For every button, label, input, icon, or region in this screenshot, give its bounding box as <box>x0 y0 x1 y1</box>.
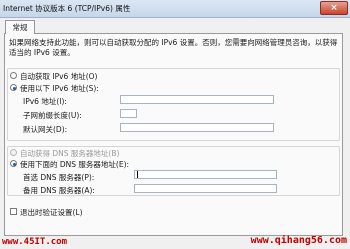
auto-ipv6-label: 自动获取 IPv6 地址(O) <box>20 72 98 81</box>
alternate-dns-label: 备用 DNS 服务器(A): <box>23 186 95 195</box>
ipv6-address-label: IPv6 地址(I): <box>23 97 67 106</box>
close-button[interactable]: × <box>320 1 348 15</box>
auto-ipv6-radio[interactable] <box>10 72 17 79</box>
default-gateway-field[interactable] <box>120 123 274 132</box>
ipv6-address-field[interactable] <box>120 95 274 104</box>
validate-label: 退出时验证设置(L) <box>20 208 83 217</box>
manual-dns-label: 使用下面的 DNS 服务器地址(E): <box>20 160 130 169</box>
watermark-right: www.qihang56.com <box>250 235 347 246</box>
preferred-dns-field[interactable] <box>134 170 277 179</box>
close-icon: × <box>330 3 338 13</box>
window-title: Internet 协议版本 6 (TCP/IPv6) 属性 <box>3 4 131 13</box>
text-cursor <box>137 171 138 178</box>
prefix-length-label: 子网前缀长度(U): <box>23 111 82 120</box>
manual-ipv6-label: 使用以下 IPv6 地址(S): <box>20 84 99 93</box>
validate-checkbox[interactable] <box>10 208 17 215</box>
auto-dns-radio[interactable] <box>10 149 17 156</box>
tab-general[interactable]: 常规 <box>5 20 35 34</box>
alternate-dns-field[interactable] <box>134 184 277 193</box>
manual-dns-radio[interactable] <box>10 160 17 167</box>
properties-panel: 如果网络支持此功能，则可以自动获取分配的 IPv6 设置。否则，您需要向网络管理… <box>4 33 343 236</box>
auto-dns-label: 自动获得 DNS 服务器地址(B) <box>20 149 120 158</box>
description-text: 如果网络支持此功能，则可以自动获取分配的 IPv6 设置。否则，您需要向网络管理… <box>9 38 338 57</box>
manual-ipv6-radio[interactable] <box>10 84 17 91</box>
default-gateway-label: 默认网关(D): <box>23 125 68 134</box>
watermark-left: www.45IT.com <box>2 237 68 247</box>
preferred-dns-label: 首选 DNS 服务器(P): <box>23 173 95 182</box>
prefix-length-field[interactable] <box>120 109 137 118</box>
title-bar: Internet 协议版本 6 (TCP/IPv6) 属性 × <box>0 0 350 18</box>
